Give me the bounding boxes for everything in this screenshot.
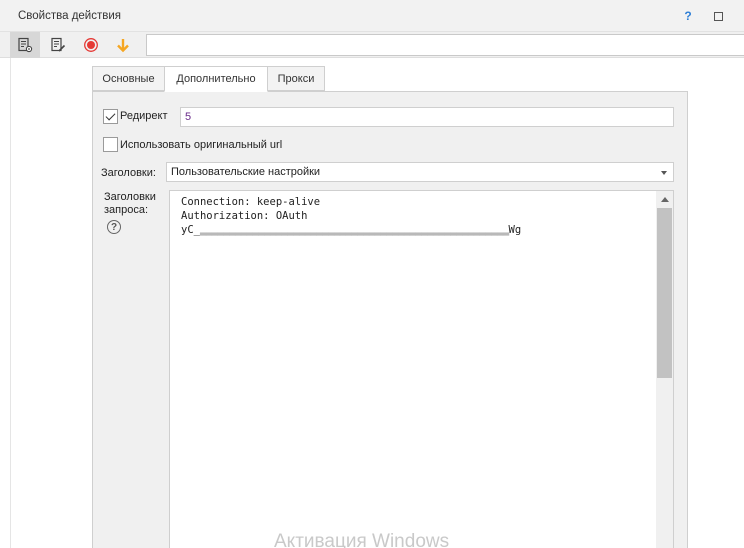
request-headers-label-line2: запроса: xyxy=(104,204,149,216)
settings-list-button[interactable] xyxy=(10,32,40,58)
token-end: Wg xyxy=(508,224,522,236)
redirect-label: Редирект xyxy=(120,110,168,122)
windows-activation-watermark: Активация Windows xyxy=(274,531,450,548)
redirect-count-input[interactable]: 5 xyxy=(180,107,674,127)
headers-select[interactable]: Пользовательские настройки xyxy=(166,162,674,182)
redirect-checkbox[interactable] xyxy=(103,109,118,124)
token-start: yC_ xyxy=(181,224,200,236)
maximize-button[interactable] xyxy=(714,12,723,21)
move-down-button[interactable] xyxy=(108,32,138,58)
help-button[interactable]: ? xyxy=(682,9,694,23)
arrow-down-icon xyxy=(117,39,129,53)
headers-select-value: Пользовательские настройки xyxy=(171,166,321,178)
headers-label: Заголовки: xyxy=(101,167,156,179)
edit-list-icon xyxy=(51,37,66,52)
tab-proxy[interactable]: Прокси xyxy=(267,66,325,91)
textarea-scrollbar[interactable] xyxy=(656,191,673,548)
request-headers-label-line1: Заголовки xyxy=(104,191,156,203)
request-headers-textarea[interactable]: Connection: keep-alive Authorization: OAu… xyxy=(169,190,674,548)
use-original-url-label: Использовать оригинальный url xyxy=(120,139,283,151)
header-line: Connection: keep-alive xyxy=(181,196,321,208)
toolbar xyxy=(0,32,744,58)
left-rail xyxy=(10,58,11,548)
request-headers-help-icon[interactable]: ? xyxy=(107,220,121,234)
record-icon xyxy=(84,38,98,52)
scroll-up-icon[interactable] xyxy=(661,197,669,202)
use-original-url-checkbox[interactable] xyxy=(103,137,118,152)
record-button[interactable] xyxy=(76,32,106,58)
settings-list-icon xyxy=(18,37,33,53)
chevron-down-icon xyxy=(661,171,667,175)
scroll-thumb[interactable] xyxy=(657,208,672,378)
edit-list-button[interactable] xyxy=(43,32,73,58)
tab-main[interactable]: Основные xyxy=(92,66,165,91)
toolbar-input[interactable] xyxy=(146,34,744,56)
request-headers-content: Connection: keep-alive Authorization: OAu… xyxy=(181,195,521,237)
token-line: yC_▂▂▂▂▂▂▂▂▂▂▂▂▂▂▂▂▂▂▂▂▂▂▂▂▂▂▂▂▂▂▂▂▂▂▂▂▂… xyxy=(181,223,521,237)
token-hidden: ▂▂▂▂▂▂▂▂▂▂▂▂▂▂▂▂▂▂▂▂▂▂▂▂▂▂▂▂▂▂▂▂▂▂▂▂▂▂▂▂… xyxy=(199,224,509,236)
title-bar: Свойства действия ? xyxy=(0,0,744,32)
window-title: Свойства действия xyxy=(18,10,122,22)
header-line: Authorization: OAuth xyxy=(181,210,308,222)
tab-advanced[interactable]: Дополнительно xyxy=(164,66,268,92)
